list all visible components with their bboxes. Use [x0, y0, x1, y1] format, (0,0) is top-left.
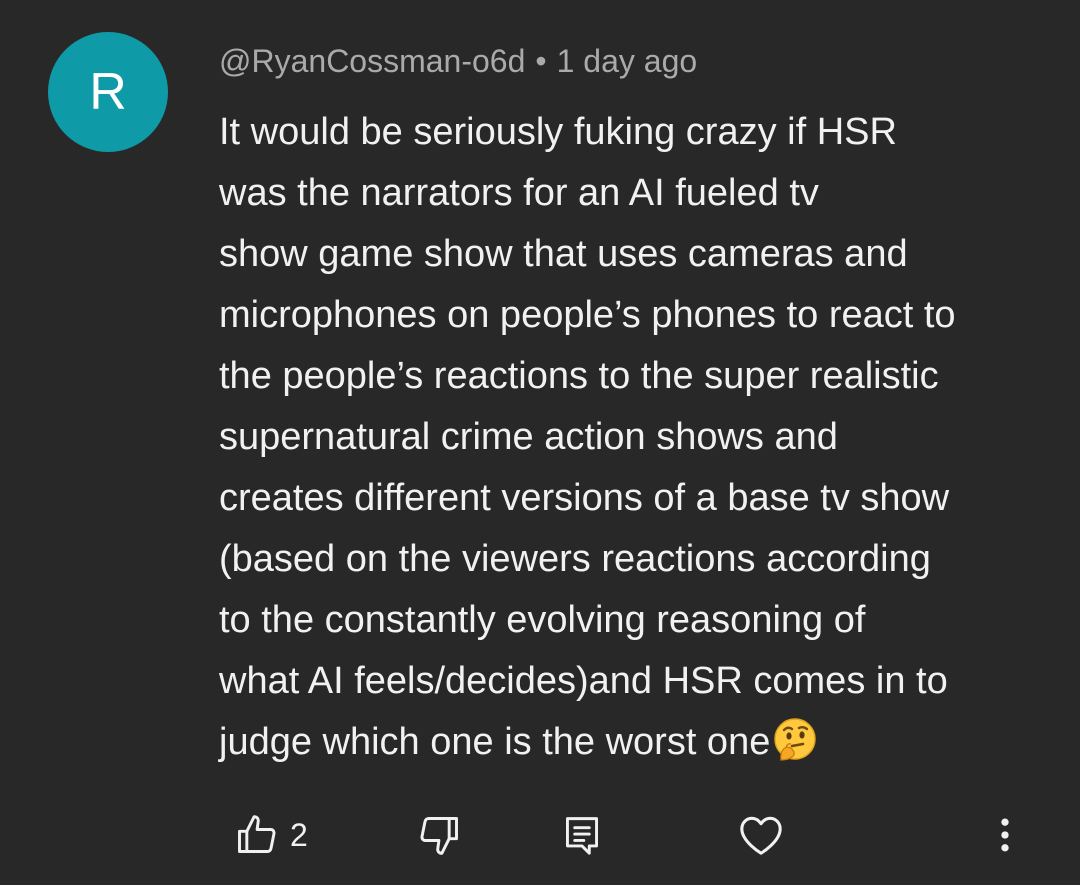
- comment-line: (based on the viewers reactions accordin…: [219, 538, 931, 580]
- comment-line: microphones on people’s phones to react …: [219, 294, 956, 336]
- comment-line: what AI feels/decides)and HSR comes in t…: [219, 660, 948, 702]
- comment-line: It would be seriously fuking crazy if HS…: [219, 111, 897, 153]
- comment-line: the people’s reactions to the super real…: [219, 355, 939, 397]
- like-button[interactable]: 2: [234, 813, 308, 857]
- timestamp[interactable]: 1 day ago: [557, 43, 698, 79]
- comment-line-last: judge which one is the worst one: [219, 712, 1049, 773]
- comment-line: show game show that uses cameras and: [219, 233, 908, 275]
- comment: R @RyanCossman-o6d • 1 day ago It would be…: [0, 0, 1080, 885]
- comment-line-text: judge which one is the worst one: [219, 721, 771, 763]
- comment-text: It would be seriously fuking crazy if HS…: [219, 102, 1049, 773]
- heart-button[interactable]: [738, 813, 784, 857]
- avatar-letter: R: [89, 63, 127, 121]
- thinking-face-emoji-icon: [774, 718, 817, 761]
- more-vertical-icon: [1001, 818, 1009, 852]
- thumbs-up-icon: [238, 815, 276, 853]
- dislike-button[interactable]: [418, 813, 462, 857]
- heart-icon: [740, 816, 782, 855]
- thumbs-down-icon: [420, 817, 458, 855]
- comment-actions: 2: [0, 805, 1080, 865]
- reply-comment-icon: [566, 817, 598, 855]
- comment-header: @RyanCossman-o6d • 1 day ago: [219, 40, 697, 82]
- avatar[interactable]: R: [48, 32, 168, 152]
- author-name[interactable]: @RyanCossman-o6d: [219, 43, 525, 79]
- comment-line: was the narrators for an AI fueled tv: [219, 172, 819, 214]
- like-count: 2: [290, 816, 308, 853]
- reply-button[interactable]: [562, 813, 602, 857]
- comment-line: supernatural crime action shows and: [219, 416, 838, 458]
- comment-line: creates different versions of a base tv …: [219, 477, 950, 519]
- more-options-button[interactable]: [990, 813, 1020, 857]
- meta-separator: •: [535, 43, 547, 79]
- comment-line: to the constantly evolving reasoning of: [219, 599, 866, 641]
